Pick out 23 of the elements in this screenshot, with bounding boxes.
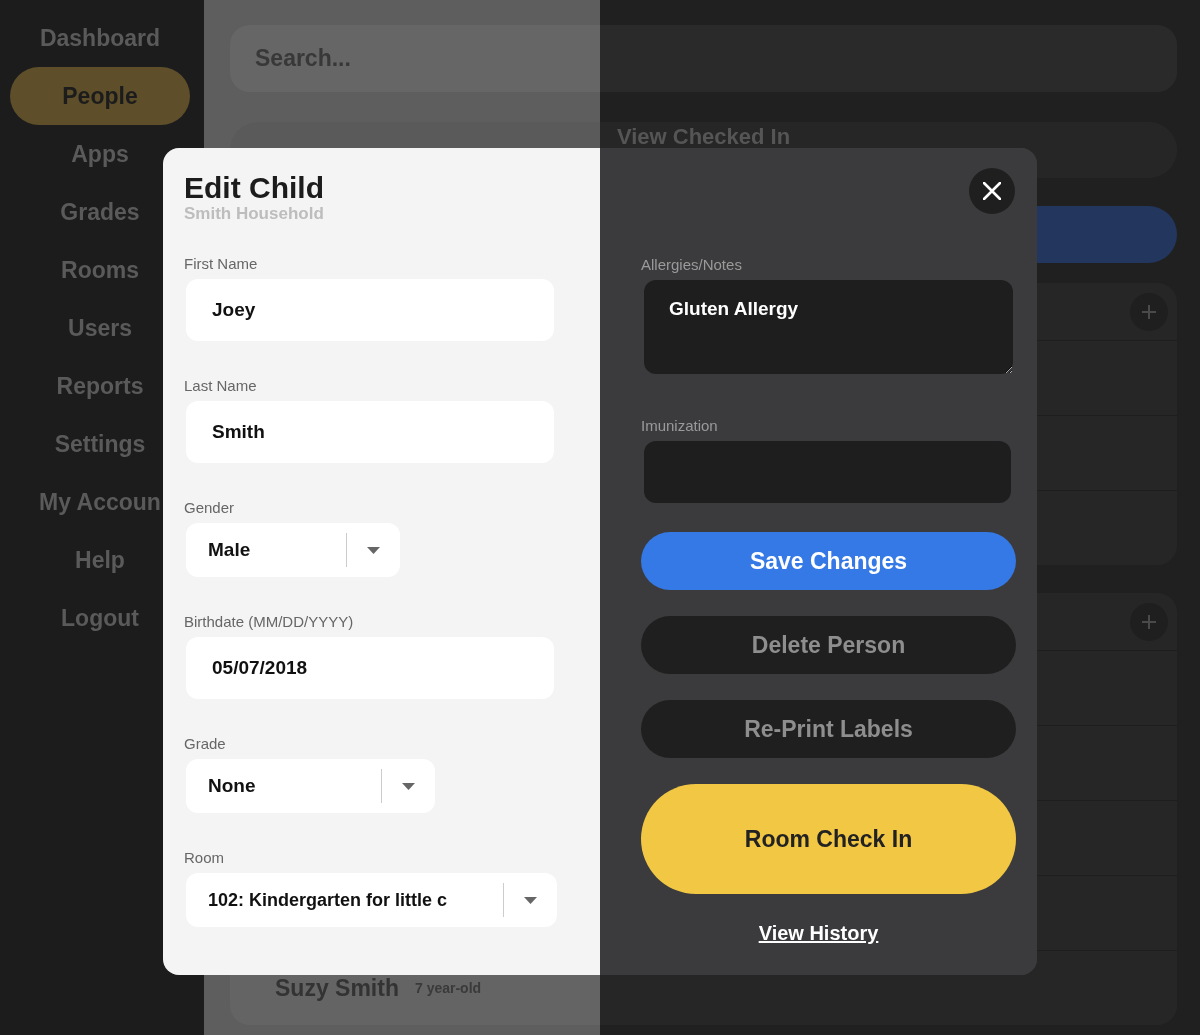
sidebar-item[interactable]: Dashboard xyxy=(10,9,190,67)
dialog-title: Edit Child xyxy=(184,172,324,204)
check-in-button[interactable]: Room Check In xyxy=(641,784,1016,894)
action-button[interactable]: Delete Person xyxy=(641,616,1016,674)
text-field[interactable]: Joey xyxy=(186,279,554,341)
field-label: Last Name xyxy=(184,377,257,395)
field-label: First Name xyxy=(184,255,258,273)
save-button[interactable]: Save Changes xyxy=(641,532,1016,590)
field-label: Imunization xyxy=(641,417,718,435)
sidebar-item[interactable]: People xyxy=(10,67,190,125)
history-link[interactable]: View History xyxy=(758,922,879,945)
field-label: Room xyxy=(184,849,224,867)
field-label: Grade xyxy=(184,735,226,753)
action-button[interactable]: Re-Print Labels xyxy=(641,700,1016,758)
select-field[interactable]: 102: Kindergarten for little c xyxy=(186,873,557,927)
field-label: Allergies/Notes xyxy=(641,256,742,274)
field-label: Birthdate (MM/DD/YYYY) xyxy=(184,613,354,631)
notes-field[interactable]: Gluten Allergy xyxy=(644,280,1013,374)
text-field[interactable]: Smith xyxy=(186,401,554,463)
field-label: Gender xyxy=(184,499,235,517)
text-field[interactable]: 05/07/2018 xyxy=(186,637,554,699)
select-field[interactable]: None xyxy=(186,759,435,813)
select-field[interactable]: Male xyxy=(186,523,400,577)
